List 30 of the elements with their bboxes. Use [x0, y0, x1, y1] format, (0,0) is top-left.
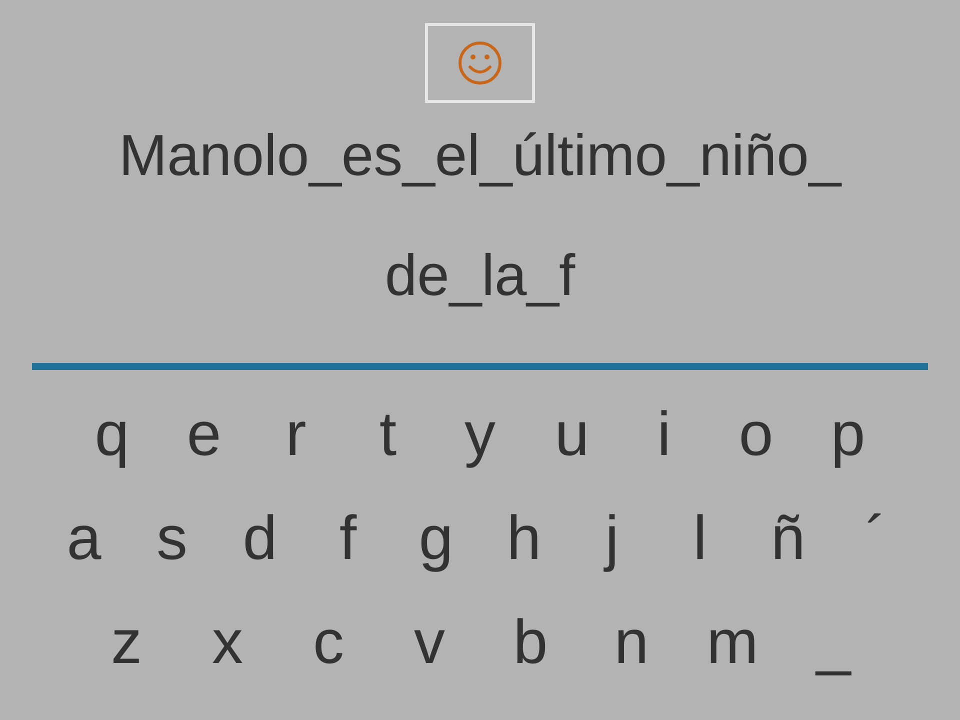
letter-key[interactable]: f	[304, 502, 392, 576]
letter-key[interactable]: l	[656, 502, 744, 576]
letter-key[interactable]: y	[434, 398, 526, 472]
letter-key[interactable]: s	[128, 502, 216, 576]
letter-key[interactable]: t	[342, 398, 434, 472]
letter-key[interactable]: a	[40, 502, 128, 576]
letter-key[interactable]: c	[278, 606, 379, 680]
letter-key[interactable]: n	[581, 606, 682, 680]
phrase-text: de_la_f	[384, 243, 576, 308]
letter-key[interactable]: m	[682, 606, 783, 680]
letter-key[interactable]: z	[76, 606, 177, 680]
letter-key[interactable]: i	[618, 398, 710, 472]
letter-key[interactable]: h	[480, 502, 568, 576]
letter-key[interactable]: e	[158, 398, 250, 472]
letter-key[interactable]: ñ	[744, 502, 832, 576]
smiley-icon	[457, 40, 503, 86]
phrase-text: Manolo_es_el_último_niño_	[118, 123, 842, 188]
letter-key[interactable]: p	[802, 398, 894, 472]
letter-key[interactable]: x	[177, 606, 278, 680]
letter-key[interactable]: v	[379, 606, 480, 680]
letter-key[interactable]: d	[216, 502, 304, 576]
letter-key[interactable]: q	[66, 398, 158, 472]
letter-key[interactable]: u	[526, 398, 618, 472]
letter-key[interactable]: b	[480, 606, 581, 680]
letter-key[interactable]: _	[783, 606, 884, 680]
letter-key[interactable]: o	[710, 398, 802, 472]
letter-key[interactable]: j	[568, 502, 656, 576]
letter-key[interactable]: r	[250, 398, 342, 472]
letter-key[interactable]: ´	[832, 502, 920, 576]
letter-key[interactable]: g	[392, 502, 480, 576]
